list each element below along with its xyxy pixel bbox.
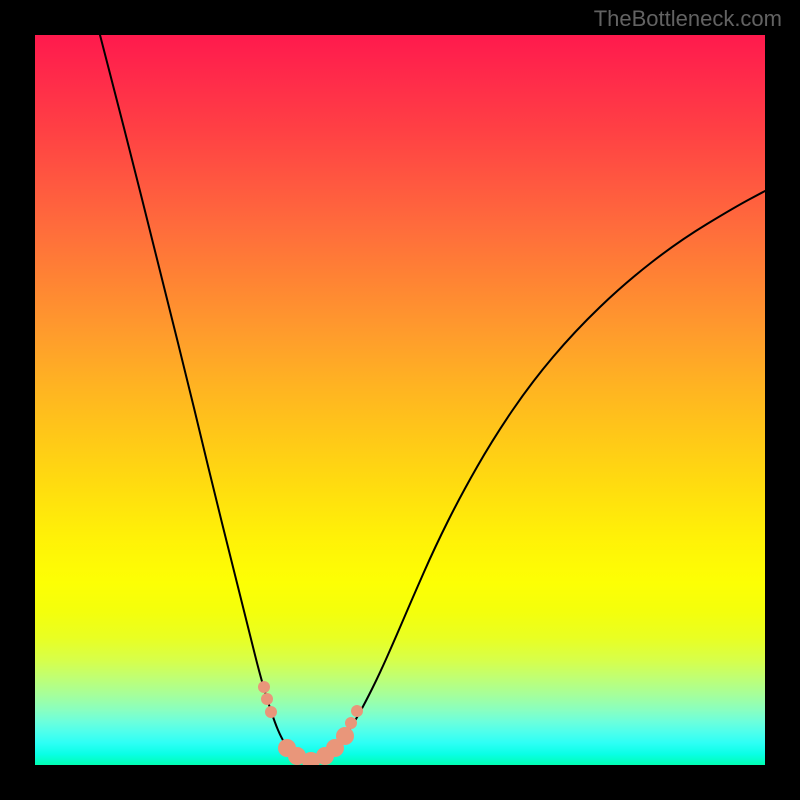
chart-plot-area [35, 35, 765, 765]
chart-curves [35, 35, 765, 765]
data-marker [345, 717, 357, 729]
data-marker [261, 693, 273, 705]
curve-right [310, 191, 765, 763]
data-marker [258, 681, 270, 693]
curve-left [100, 35, 310, 763]
data-marker [351, 705, 363, 717]
data-marker [265, 706, 277, 718]
data-marker [336, 727, 354, 745]
watermark-text: TheBottleneck.com [594, 6, 782, 32]
